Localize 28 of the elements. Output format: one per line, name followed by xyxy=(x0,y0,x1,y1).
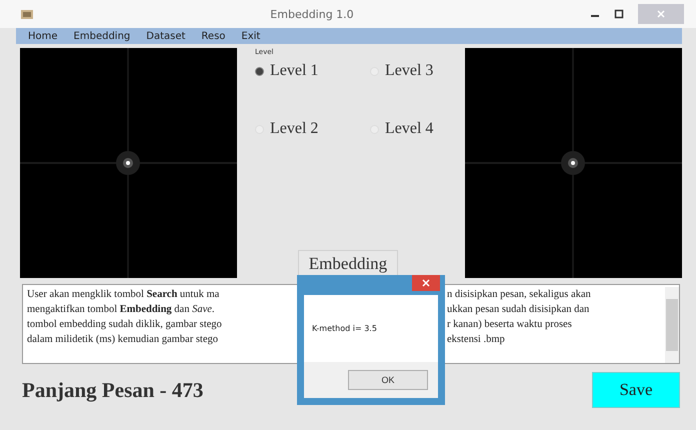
menu-item[interactable]: Reso xyxy=(201,30,226,42)
description-text: tombol embedding sudah diklik, gambar stego xyxy=(27,318,222,332)
description-text: mengaktifkan tombol Embedding dan Save. xyxy=(27,303,215,317)
menu-item[interactable]: Exit xyxy=(241,30,260,42)
save-button[interactable]: Save xyxy=(592,372,680,408)
close-button[interactable] xyxy=(412,275,440,291)
radio-option[interactable]: Level 3 xyxy=(370,62,460,80)
maximize-icon[interactable] xyxy=(614,9,624,19)
close-icon xyxy=(422,279,430,287)
window-title: Embedding 1.0 xyxy=(269,8,355,20)
menu-item[interactable]: Embedding xyxy=(74,30,130,42)
menu-item[interactable]: Dataset xyxy=(146,30,186,42)
description-text: ekstensi .bmp xyxy=(447,333,505,347)
ok-button[interactable]: OK xyxy=(348,370,428,390)
description-text: r kanan) beserta waktu proses xyxy=(447,318,572,332)
app-icon xyxy=(20,8,34,20)
description-text: n disisipkan pesan, sekaligus akan xyxy=(447,288,591,302)
close-icon xyxy=(656,9,666,19)
radio-option[interactable]: Level 1 xyxy=(255,62,370,80)
description-text: dalam milidetik (ms) kemudian gambar stego xyxy=(27,333,218,347)
dialog-message: K-method i= 3.5 xyxy=(312,324,377,333)
message-length-label: Panjang Pesan - 473 xyxy=(22,378,204,402)
description-text: ukkan pesan sudah disisipkan dan xyxy=(447,303,590,317)
scrollbar[interactable] xyxy=(665,287,679,363)
description-text: User akan mengklik tombol Search untuk ma xyxy=(27,288,220,302)
radio-option[interactable]: Level 4 xyxy=(370,120,460,138)
radio-option[interactable]: Level 2 xyxy=(255,120,370,138)
menu-item[interactable]: Home xyxy=(28,30,58,42)
